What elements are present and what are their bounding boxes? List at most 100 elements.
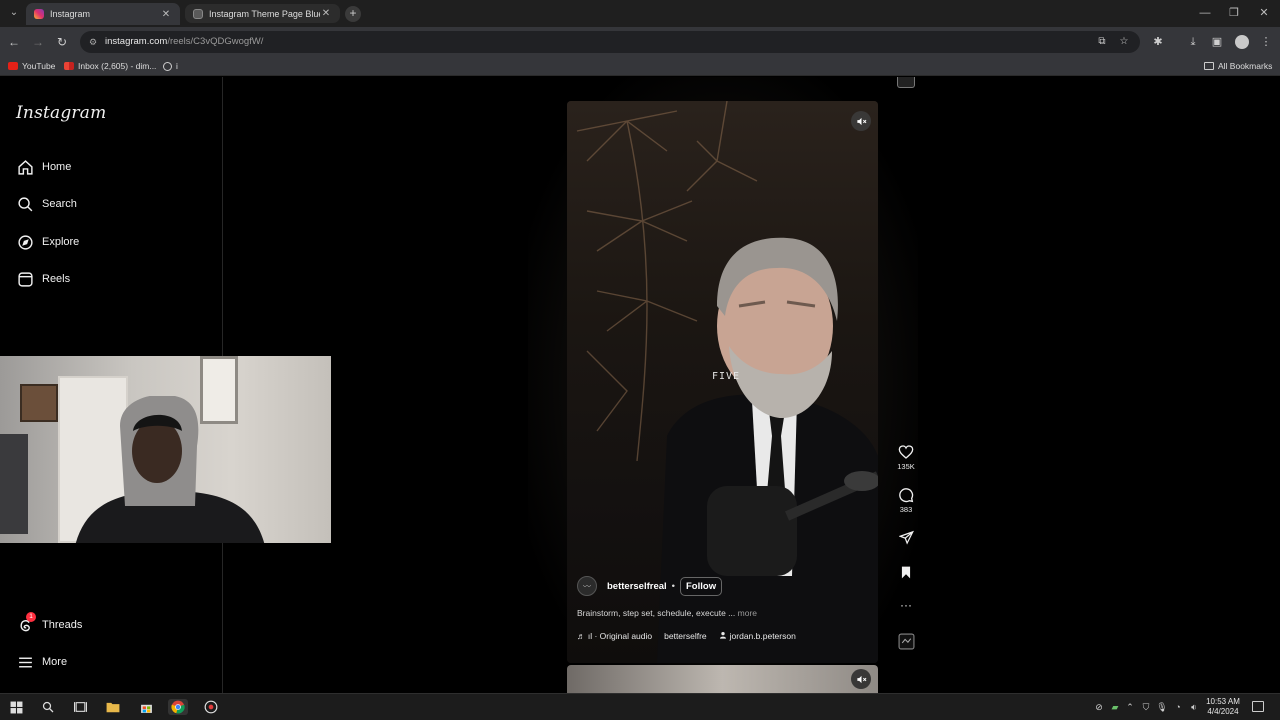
document-favicon-icon <box>193 8 203 19</box>
nav-explore[interactable]: Explore <box>16 233 79 251</box>
new-tab-button[interactable]: + <box>345 6 361 22</box>
nav-more[interactable]: More <box>16 653 67 671</box>
bookmark-label: i <box>176 61 178 71</box>
heart-icon <box>898 445 914 459</box>
like-button[interactable]: 135K <box>893 444 919 471</box>
nav-label: Explore <box>42 236 80 248</box>
system-clock[interactable]: 10:53 AM 4/4/2024 <box>1200 697 1246 717</box>
notification-center-icon[interactable] <box>1252 701 1264 712</box>
tagged-user-icon <box>719 631 727 641</box>
shelf-image <box>0 434 28 534</box>
nav-label: Home <box>42 161 72 173</box>
reel-actions: 135K 383 ··· <box>893 77 919 693</box>
restore-button[interactable]: ❐ <box>1219 4 1249 22</box>
task-view-button[interactable] <box>72 699 88 715</box>
chrome-taskbar-button[interactable] <box>168 699 188 715</box>
nav-label: Search <box>42 198 77 210</box>
instagram-page: Instagram Home Search Explore Reels 1 Th… <box>0 77 1280 693</box>
tab-blueprint[interactable]: Instagram Theme Page Blueprint ✕ <box>185 4 340 23</box>
tray-app-icon[interactable]: ⊘ <box>1093 701 1105 713</box>
kebab-menu-icon[interactable]: ⋮ <box>1259 35 1273 49</box>
search-icon <box>16 195 34 213</box>
search-button[interactable] <box>40 699 56 715</box>
bookmark-globe[interactable]: i <box>163 61 178 71</box>
chrome-icon <box>171 700 185 714</box>
tab-title: Instagram Theme Page Blueprint <box>209 8 320 19</box>
tray-mic-icon[interactable]: 🎙︎ <box>1156 701 1168 713</box>
all-bookmarks-button[interactable]: All Bookmarks <box>1204 61 1272 71</box>
compass-icon <box>16 233 34 251</box>
audio-label[interactable]: ♬ ıl · Original audio <box>577 631 652 641</box>
save-button[interactable] <box>893 565 919 582</box>
clock-date: 4/4/2024 <box>1207 707 1239 716</box>
extensions-icon[interactable]: ✱ <box>1151 35 1165 49</box>
folder-icon <box>106 702 120 713</box>
caption-text: Brainstorm, step set, schedule, execute … <box>577 608 736 618</box>
bookmark-gmail[interactable]: Inbox (2,605) - dim... <box>64 61 156 71</box>
tagged-user[interactable]: jordan.b.peterson <box>730 631 796 641</box>
reload-button[interactable]: ↻ <box>54 34 70 50</box>
video-overlay-text: FIVE <box>712 371 741 382</box>
youtube-icon <box>8 62 18 70</box>
task-view-icon <box>73 702 87 712</box>
next-reel-preview[interactable] <box>567 665 878 693</box>
reel-caption: Brainstorm, step set, schedule, execute … <box>577 608 757 618</box>
recorder-button[interactable] <box>203 699 219 715</box>
tab-close-icon[interactable]: ✕ <box>160 9 172 20</box>
tab-close-icon[interactable]: ✕ <box>320 8 332 19</box>
reels-icon <box>16 270 34 288</box>
window-close-button[interactable]: ✕ <box>1249 4 1279 22</box>
bookmark-star-icon[interactable]: ☆ <box>1117 35 1131 49</box>
nav-search[interactable]: Search <box>16 195 77 213</box>
threads-icon: 1 <box>16 612 36 634</box>
tab-instagram[interactable]: Instagram ✕ <box>26 3 180 25</box>
audio-thumbnail-icon <box>898 633 914 650</box>
menu-icon <box>16 653 34 671</box>
start-button[interactable] <box>8 699 24 715</box>
minimize-button[interactable]: — <box>1190 4 1220 22</box>
author-username[interactable]: betterselfreal <box>607 581 667 592</box>
more-options-icon[interactable]: ··· <box>893 599 919 611</box>
mute-button[interactable] <box>851 111 871 131</box>
instagram-logo[interactable]: Instagram <box>16 103 106 123</box>
separator-dot: • <box>671 580 675 592</box>
forward-button[interactable]: → <box>30 34 46 50</box>
tab-search-chevron-icon[interactable]: ⌄ <box>7 6 21 20</box>
mute-button[interactable] <box>851 669 871 689</box>
tray-security-icon[interactable]: ⛉ <box>1140 701 1152 713</box>
tray-wifi-icon[interactable]: ◔ <box>1172 701 1184 713</box>
comment-button[interactable]: 383 <box>893 487 919 514</box>
nav-home[interactable]: Home <box>16 158 71 176</box>
webcam-overlay <box>0 356 331 543</box>
bookmark-youtube[interactable]: YouTube <box>8 61 55 71</box>
tray-nvidia-icon[interactable]: ▰ <box>1109 701 1121 713</box>
side-panel-icon[interactable]: ▣ <box>1210 35 1224 49</box>
audio-user[interactable]: betterselfre <box>664 631 707 641</box>
site-info-icon[interactable]: ⚙ <box>87 36 99 48</box>
tray-show-hidden-icon[interactable]: ⌃ <box>1124 701 1136 713</box>
file-explorer-button[interactable] <box>105 699 121 715</box>
globe-icon <box>163 61 172 71</box>
bookmark-label: YouTube <box>22 61 56 71</box>
store-icon <box>140 704 152 713</box>
nav-label: Threads <box>42 619 83 631</box>
share-button[interactable] <box>893 530 919 547</box>
bookmarks-bar: YouTube Inbox (2,605) - dim... i All Boo… <box>0 58 1280 76</box>
caption-more-link[interactable]: more <box>738 608 757 618</box>
tray-volume-icon[interactable]: 🔉︎ <box>1188 701 1200 713</box>
back-button[interactable]: ← <box>6 34 22 50</box>
install-app-icon[interactable]: ⧉ <box>1095 35 1109 49</box>
follow-button[interactable]: Follow <box>680 576 723 596</box>
author-avatar[interactable]: 〰 <box>577 576 597 596</box>
reel-video[interactable]: FIVE 〰 betterselfreal • Follow Brainstor… <box>567 101 878 663</box>
profile-avatar[interactable] <box>1235 35 1249 49</box>
download-icon[interactable]: ⤓ <box>1186 35 1200 49</box>
bookmark-icon <box>901 566 911 579</box>
nav-threads[interactable]: 1 Threads <box>16 612 83 634</box>
nav-reels[interactable]: Reels <box>16 270 70 288</box>
address-bar[interactable]: ⚙ instagram.com/reels/C3vQDGwogfW/ ⧉ ☆ <box>80 31 1140 53</box>
store-button[interactable] <box>138 699 154 715</box>
tab-title: Instagram <box>50 9 91 19</box>
recorder-icon <box>204 700 218 714</box>
audio-thumbnail-button[interactable] <box>893 633 919 652</box>
